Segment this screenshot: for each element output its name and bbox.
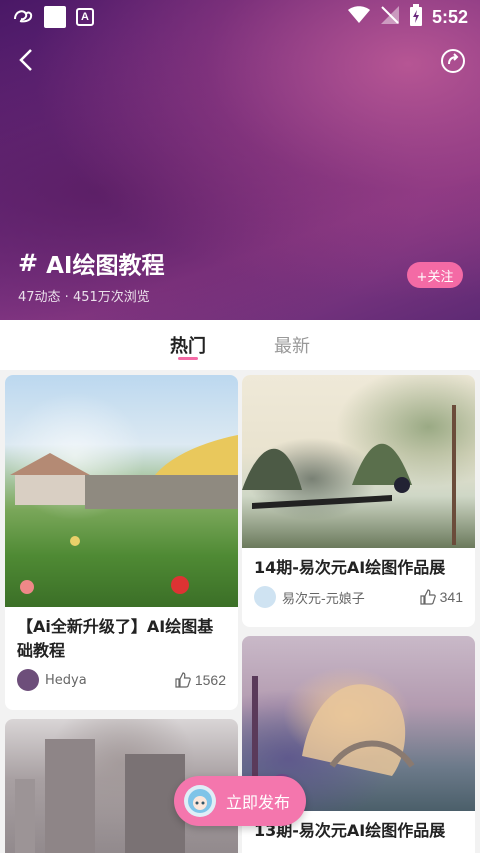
share-button[interactable]	[438, 46, 468, 76]
hash-icon: #	[18, 249, 39, 277]
like-button[interactable]: 341	[420, 589, 463, 605]
battery-icon	[409, 4, 422, 30]
topic-stats: 47动态 · 451万次浏览	[18, 290, 150, 305]
like-count: 1562	[194, 672, 226, 688]
notification-icon	[44, 6, 66, 28]
avatar	[184, 785, 216, 817]
tab-hot[interactable]: 热门	[156, 320, 220, 370]
share-icon	[441, 49, 465, 73]
avatar	[254, 586, 276, 608]
no-signal-icon	[380, 5, 400, 29]
tab-latest[interactable]: 最新	[260, 320, 324, 370]
feed-tabs: 热门 最新	[0, 320, 480, 370]
publish-button[interactable]: 立即发布	[174, 776, 306, 826]
topic-title-text: AI绘图教程	[46, 253, 165, 279]
post-title: 【Ai全新升级了】AI绘图基础教程	[17, 617, 214, 660]
post-card[interactable]: 【Ai全新升级了】AI绘图基础教程 Hedya 1562	[5, 375, 238, 710]
post-image	[242, 375, 475, 548]
like-button[interactable]: 1562	[175, 672, 226, 688]
topic-title: # AI绘图教程	[18, 246, 164, 280]
thumb-up-icon	[175, 672, 191, 688]
post-image	[5, 375, 238, 607]
wifi-icon	[347, 6, 370, 28]
status-bar: A 5:52	[0, 0, 480, 34]
topic-header: A 5:52 # AI绘图教程 47动态 · 451万次浏览 +关注	[0, 0, 480, 320]
a-app-icon: A	[76, 8, 94, 26]
post-card[interactable]: 14期-易次元AI绘图作品展 易次元-元娘子 341	[242, 375, 475, 627]
uc-browser-icon	[12, 5, 34, 29]
status-time: 5:52	[431, 6, 468, 27]
post-author: Hedya	[45, 672, 87, 688]
post-author: 易次元-元娘子	[282, 591, 365, 607]
back-button[interactable]	[10, 44, 42, 76]
publish-label: 立即发布	[226, 793, 291, 812]
follow-button[interactable]: +关注	[407, 262, 463, 288]
avatar	[17, 669, 39, 691]
post-title: 14期-易次元AI绘图作品展	[254, 558, 446, 577]
thumb-up-icon	[420, 589, 436, 605]
chevron-left-icon	[19, 49, 32, 71]
like-count: 341	[439, 589, 463, 605]
